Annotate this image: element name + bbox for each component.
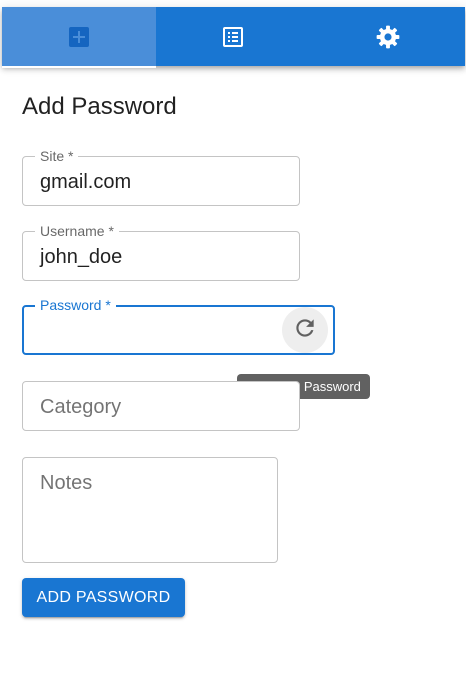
category-field[interactable]: Category bbox=[22, 381, 300, 431]
gear-icon bbox=[375, 24, 401, 50]
site-value[interactable]: gmail.com bbox=[40, 170, 131, 194]
tab-list[interactable] bbox=[156, 7, 310, 66]
username-label: Username * bbox=[35, 223, 119, 239]
notes-field[interactable]: Notes bbox=[22, 457, 278, 563]
category-placeholder: Category bbox=[40, 396, 122, 418]
password-label: Password * bbox=[35, 297, 116, 313]
tab-settings[interactable] bbox=[311, 7, 465, 66]
add-password-button[interactable]: ADD PASSWORD bbox=[22, 578, 185, 617]
username-field[interactable]: Username * john_doe bbox=[22, 223, 300, 281]
site-label: Site * bbox=[35, 148, 79, 164]
notes-placeholder: Notes bbox=[40, 472, 93, 494]
password-field[interactable]: Password * bbox=[22, 297, 335, 355]
add-box-icon bbox=[67, 25, 91, 49]
top-tab-bar bbox=[2, 7, 465, 68]
username-value[interactable]: john_doe bbox=[40, 245, 122, 269]
generate-password-button[interactable] bbox=[282, 307, 328, 353]
tab-add[interactable] bbox=[2, 7, 157, 68]
list-alt-icon bbox=[221, 25, 245, 49]
refresh-icon bbox=[292, 315, 318, 346]
site-field[interactable]: Site * gmail.com bbox=[22, 148, 300, 206]
page-title: Add Password bbox=[22, 93, 177, 120]
